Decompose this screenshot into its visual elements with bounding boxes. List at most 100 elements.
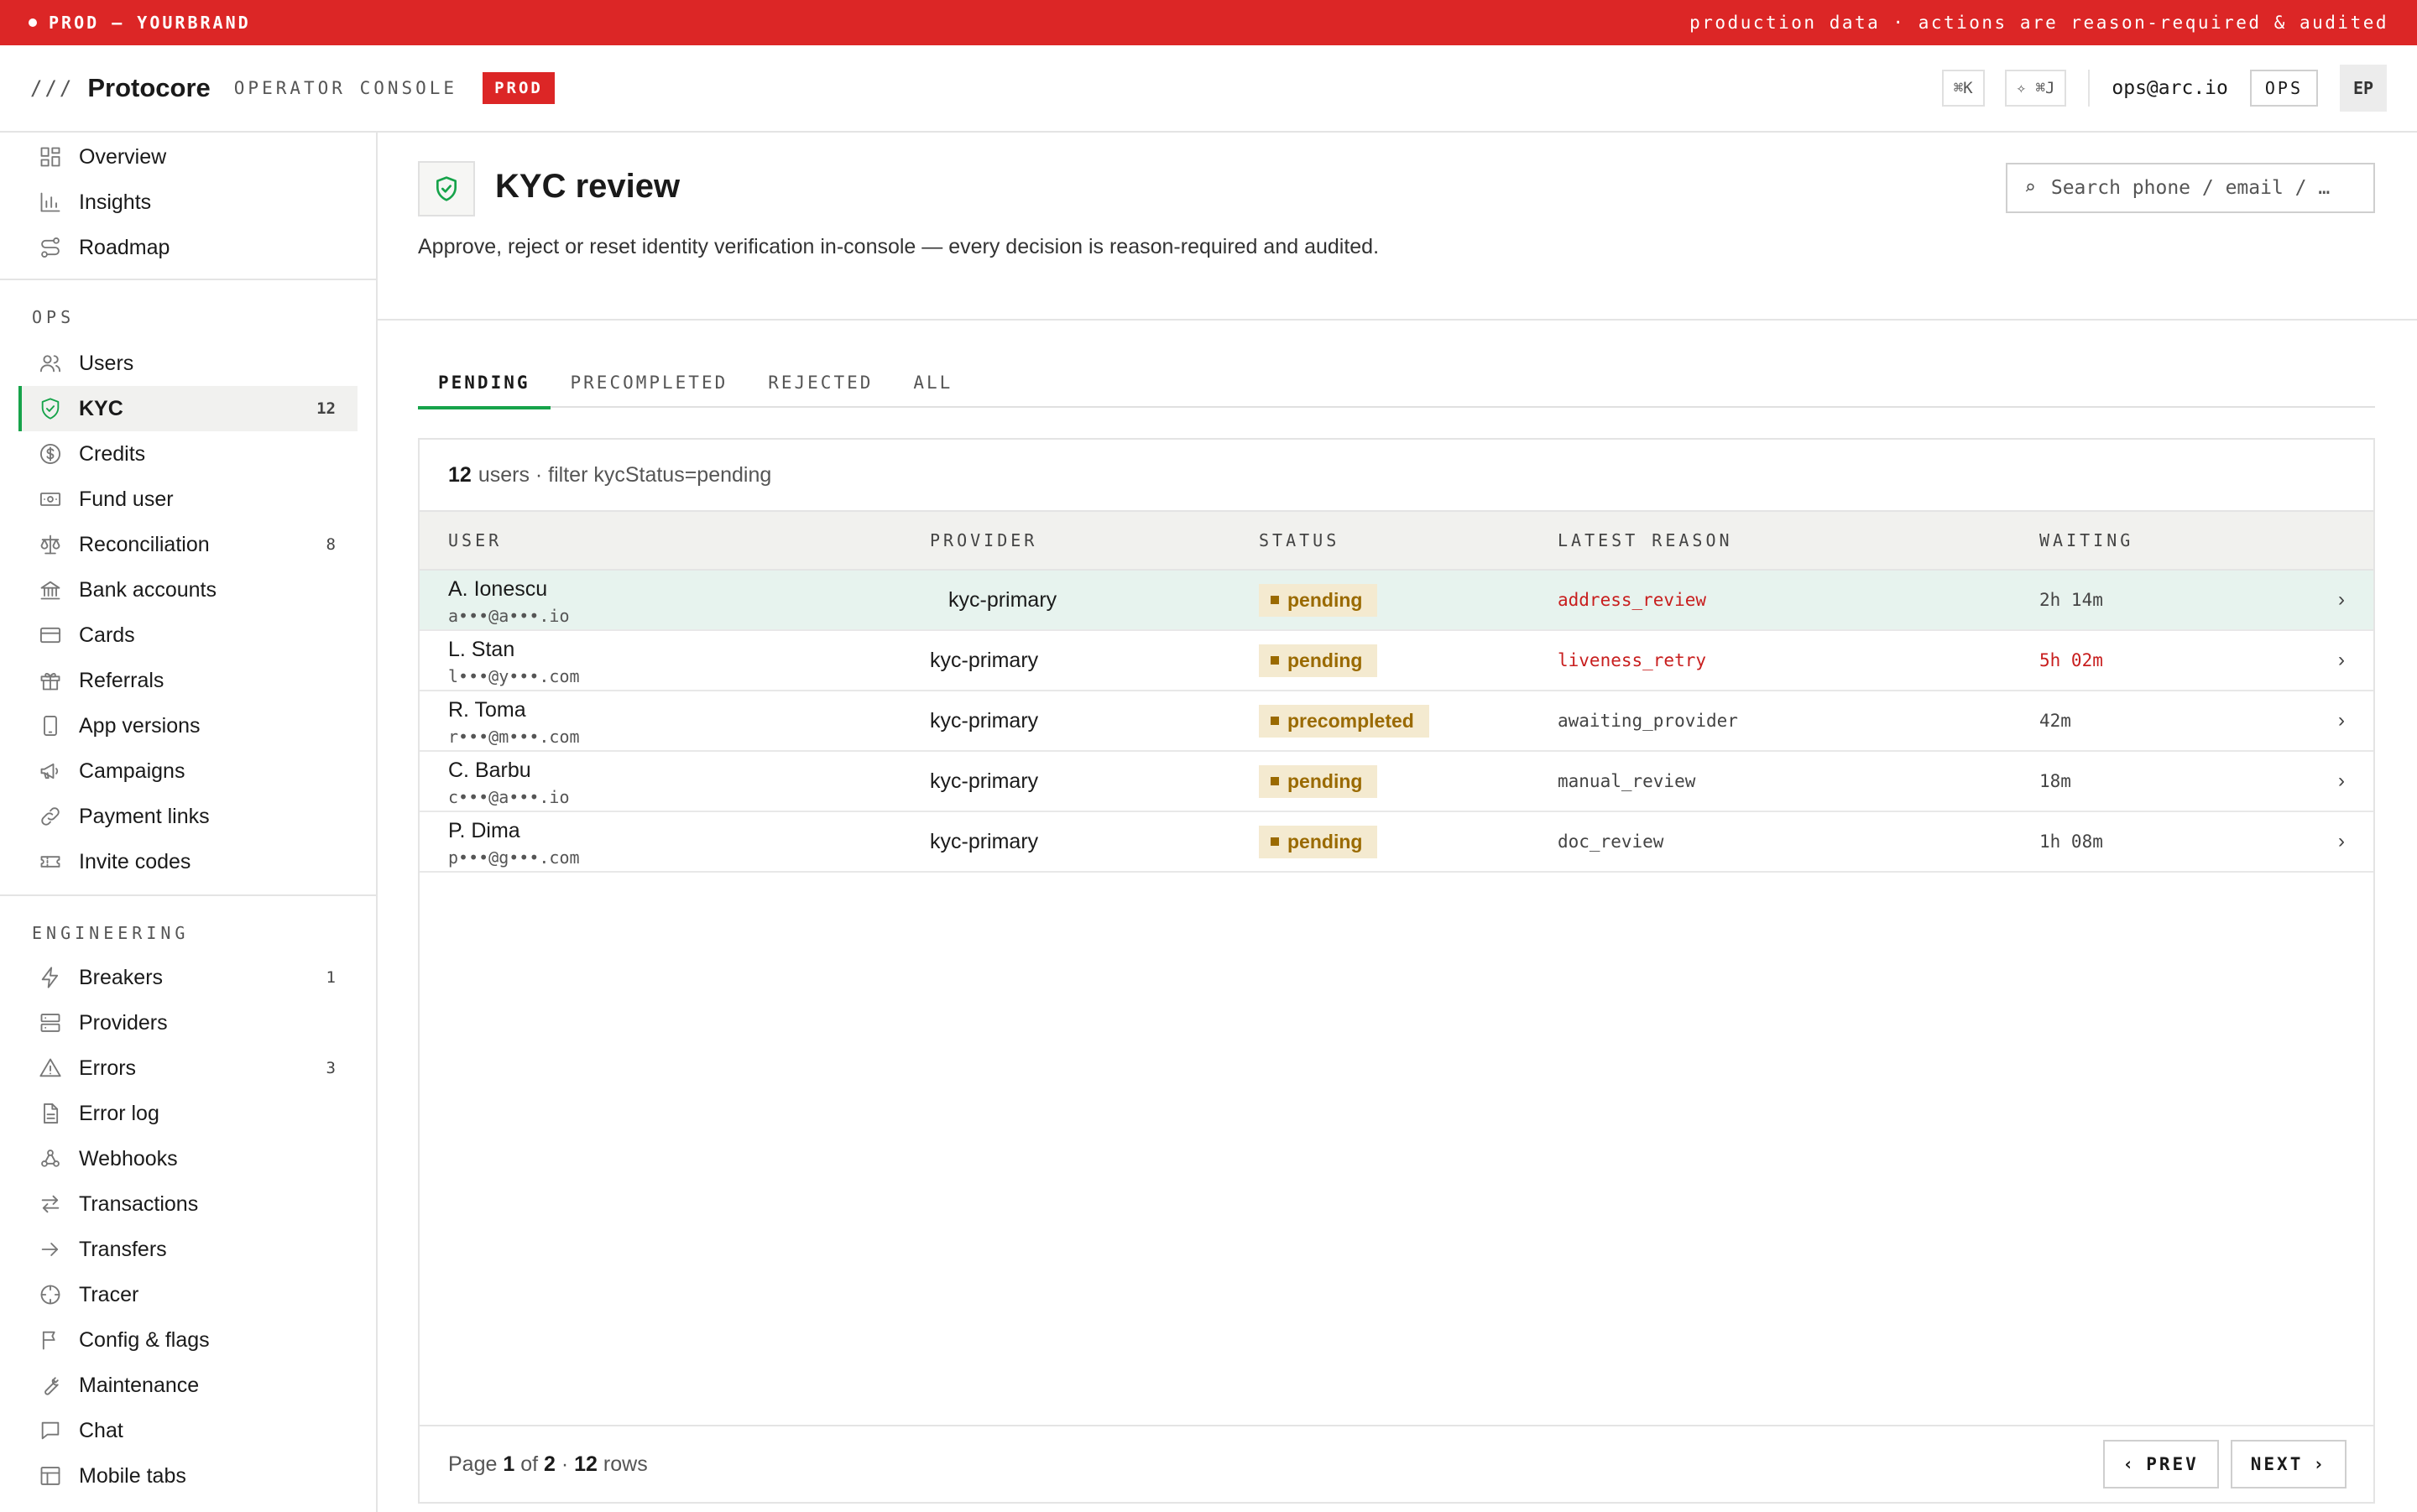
server-icon xyxy=(39,1011,62,1035)
tab-pending[interactable]: PENDING xyxy=(418,357,551,409)
chevron-right-icon[interactable]: › xyxy=(2338,588,2345,612)
sidebar-item-label: App versions xyxy=(79,713,201,738)
sidebar-item-tracer[interactable]: Tracer xyxy=(0,1272,376,1317)
nav-section-engineering: ENGINEERING xyxy=(32,923,190,943)
sidebar-item-chat[interactable]: Chat xyxy=(0,1408,376,1453)
sidebar-item-config-and-flags[interactable]: Config & flags xyxy=(0,1317,376,1363)
column-header-waiting[interactable]: WAITING xyxy=(2039,530,2133,550)
webhook-icon xyxy=(39,1147,62,1170)
nav-section-ops: OPS xyxy=(32,307,76,327)
sidebar-item-errors[interactable]: Errors 3 xyxy=(0,1045,376,1091)
total-pages: 2 xyxy=(544,1452,556,1476)
sidebar-item-label: Bank accounts xyxy=(79,577,217,602)
sidebar-item-webhooks[interactable]: Webhooks xyxy=(0,1136,376,1181)
sidebar-item-label: KYC xyxy=(79,396,123,420)
sidebar-item-label: Referrals xyxy=(79,668,164,692)
sidebar-item-error-log[interactable]: Error log xyxy=(0,1091,376,1136)
brand-name[interactable]: Protocore xyxy=(87,73,210,103)
topbar-divider xyxy=(2088,70,2091,107)
command-palette-button[interactable]: ⌘K xyxy=(1941,70,1985,107)
sidebar-item-kyc[interactable]: KYC 12 xyxy=(18,386,358,431)
next-button[interactable]: NEXT › xyxy=(2230,1440,2347,1489)
avatar[interactable]: EP xyxy=(2340,65,2387,112)
column-header-user[interactable]: USER xyxy=(448,530,502,550)
of-label: of xyxy=(520,1452,539,1476)
table-row[interactable]: L. Stan l•••@y•••.com kyc-primary pending li… xyxy=(420,631,2373,691)
chevron-right-icon[interactable]: › xyxy=(2338,709,2345,733)
latest-reason: awaiting_provider xyxy=(1558,711,1738,731)
chevron-right-icon[interactable]: › xyxy=(2338,830,2345,853)
page-label: Page xyxy=(448,1452,498,1476)
sidebar-item-label: Transfers xyxy=(79,1237,167,1261)
prod-banner: PROD — YOURBRAND production data · actio… xyxy=(0,0,2417,45)
search-input[interactable]: ⌕ Search phone / email / … xyxy=(2006,163,2375,213)
sidebar-item-app-versions[interactable]: App versions xyxy=(0,703,376,748)
sidebar-item-transactions[interactable]: Transactions xyxy=(0,1181,376,1227)
sidebar-item-campaigns[interactable]: Campaigns xyxy=(0,748,376,794)
column-header-latest-reason[interactable]: LATEST REASON xyxy=(1558,530,1733,550)
sidebar-item-mobile-tabs[interactable]: Mobile tabs xyxy=(0,1453,376,1499)
user-name[interactable]: R. Toma xyxy=(448,698,526,722)
status-tabs: PENDING PRECOMPLETED REJECTED ALL xyxy=(418,357,2375,409)
column-header-provider[interactable]: PROVIDER xyxy=(930,530,1037,550)
sidebar-item-users[interactable]: Users xyxy=(0,341,376,386)
status-badge: pending xyxy=(1259,825,1378,858)
user-email: ops@arc.io xyxy=(2112,77,2228,99)
sidebar-item-label: Overview xyxy=(79,144,167,169)
prev-button[interactable]: ‹ PREV xyxy=(2102,1440,2219,1489)
sidebar-item-bank-accounts[interactable]: Bank accounts xyxy=(0,567,376,613)
provider-name: kyc-primary xyxy=(948,587,1057,612)
chat-icon xyxy=(39,1419,62,1442)
wrench-icon xyxy=(39,1374,62,1397)
status-square-icon xyxy=(1271,837,1279,846)
tab-precompleted[interactable]: PRECOMPLETED xyxy=(551,357,749,408)
user-name[interactable]: P. Dima xyxy=(448,819,520,843)
sidebar-item-payment-links[interactable]: Payment links xyxy=(0,794,376,839)
result-summary: 12 users · filter kycStatus=pending xyxy=(420,440,2373,510)
sidebar-item-fund-user[interactable]: Fund user xyxy=(0,477,376,522)
tab-all[interactable]: ALL xyxy=(893,357,973,408)
assistant-shortcut-button[interactable]: ✧ ⌘J xyxy=(2004,70,2067,107)
sidebar-item-overview[interactable]: Overview xyxy=(0,134,376,180)
sidebar-item-referrals[interactable]: Referrals xyxy=(0,658,376,703)
status-label: precompleted xyxy=(1287,709,1414,732)
sidebar-item-providers[interactable]: Providers xyxy=(0,1000,376,1045)
sidebar-item-credits[interactable]: Credits xyxy=(0,431,376,477)
sidebar-item-label: Config & flags xyxy=(79,1327,210,1352)
chevron-right-icon[interactable]: › xyxy=(2338,769,2345,793)
sidebar-item-invite-codes[interactable]: Invite codes xyxy=(0,839,376,884)
sidebar-divider xyxy=(0,279,376,280)
sidebar-item-insights[interactable]: Insights xyxy=(0,180,376,225)
user-name[interactable]: C. Barbu xyxy=(448,759,531,783)
provider-name: kyc-primary xyxy=(930,708,1039,733)
page-header: KYC review Approve, reject or reset iden… xyxy=(378,133,2417,321)
sidebar-item-label: Insights xyxy=(79,190,152,214)
sidebar-item-transfers[interactable]: Transfers xyxy=(0,1227,376,1272)
table-row[interactable]: R. Toma r•••@m•••.com kyc-primary precomple… xyxy=(420,691,2373,752)
column-header-status[interactable]: STATUS xyxy=(1259,530,1339,550)
layout-icon xyxy=(39,1464,62,1488)
sidebar-item-label: Roadmap xyxy=(79,235,170,259)
sidebar-item-cards[interactable]: Cards xyxy=(0,613,376,658)
topbar: /// Protocore OPERATOR CONSOLE PROD ⌘K ✧… xyxy=(0,45,2417,133)
tab-rejected[interactable]: REJECTED xyxy=(748,357,893,408)
sidebar-item-breakers[interactable]: Breakers 1 xyxy=(0,955,376,1000)
sidebar-item-roadmap[interactable]: Roadmap xyxy=(0,225,376,270)
chevron-right-icon[interactable]: › xyxy=(2338,649,2345,672)
sidebar-item-label: Users xyxy=(79,351,134,375)
latest-reason: liveness_retry xyxy=(1558,650,1707,670)
sidebar-item-maintenance[interactable]: Maintenance xyxy=(0,1363,376,1408)
table-row[interactable]: P. Dima p•••@g•••.com kyc-primary pending do… xyxy=(420,812,2373,873)
sidebar-item-reconciliation[interactable]: Reconciliation 8 xyxy=(0,522,376,567)
chevron-right-icon: › xyxy=(2313,1454,2326,1474)
bolt-icon xyxy=(39,966,62,989)
latest-reason: address_review xyxy=(1558,590,1707,610)
user-name[interactable]: L. Stan xyxy=(448,638,514,662)
table-row[interactable]: C. Barbu c•••@a•••.io kyc-primary pending ma… xyxy=(420,752,2373,812)
provider-name: kyc-primary xyxy=(930,829,1039,853)
table-row[interactable]: A. Ionescu a•••@a•••.io kyc-primary pending… xyxy=(420,571,2373,631)
waiting-time: 5h 02m xyxy=(2039,650,2103,670)
waiting-time: 18m xyxy=(2039,771,2071,791)
swap-icon xyxy=(39,1192,62,1216)
user-name[interactable]: A. Ionescu xyxy=(448,577,547,602)
